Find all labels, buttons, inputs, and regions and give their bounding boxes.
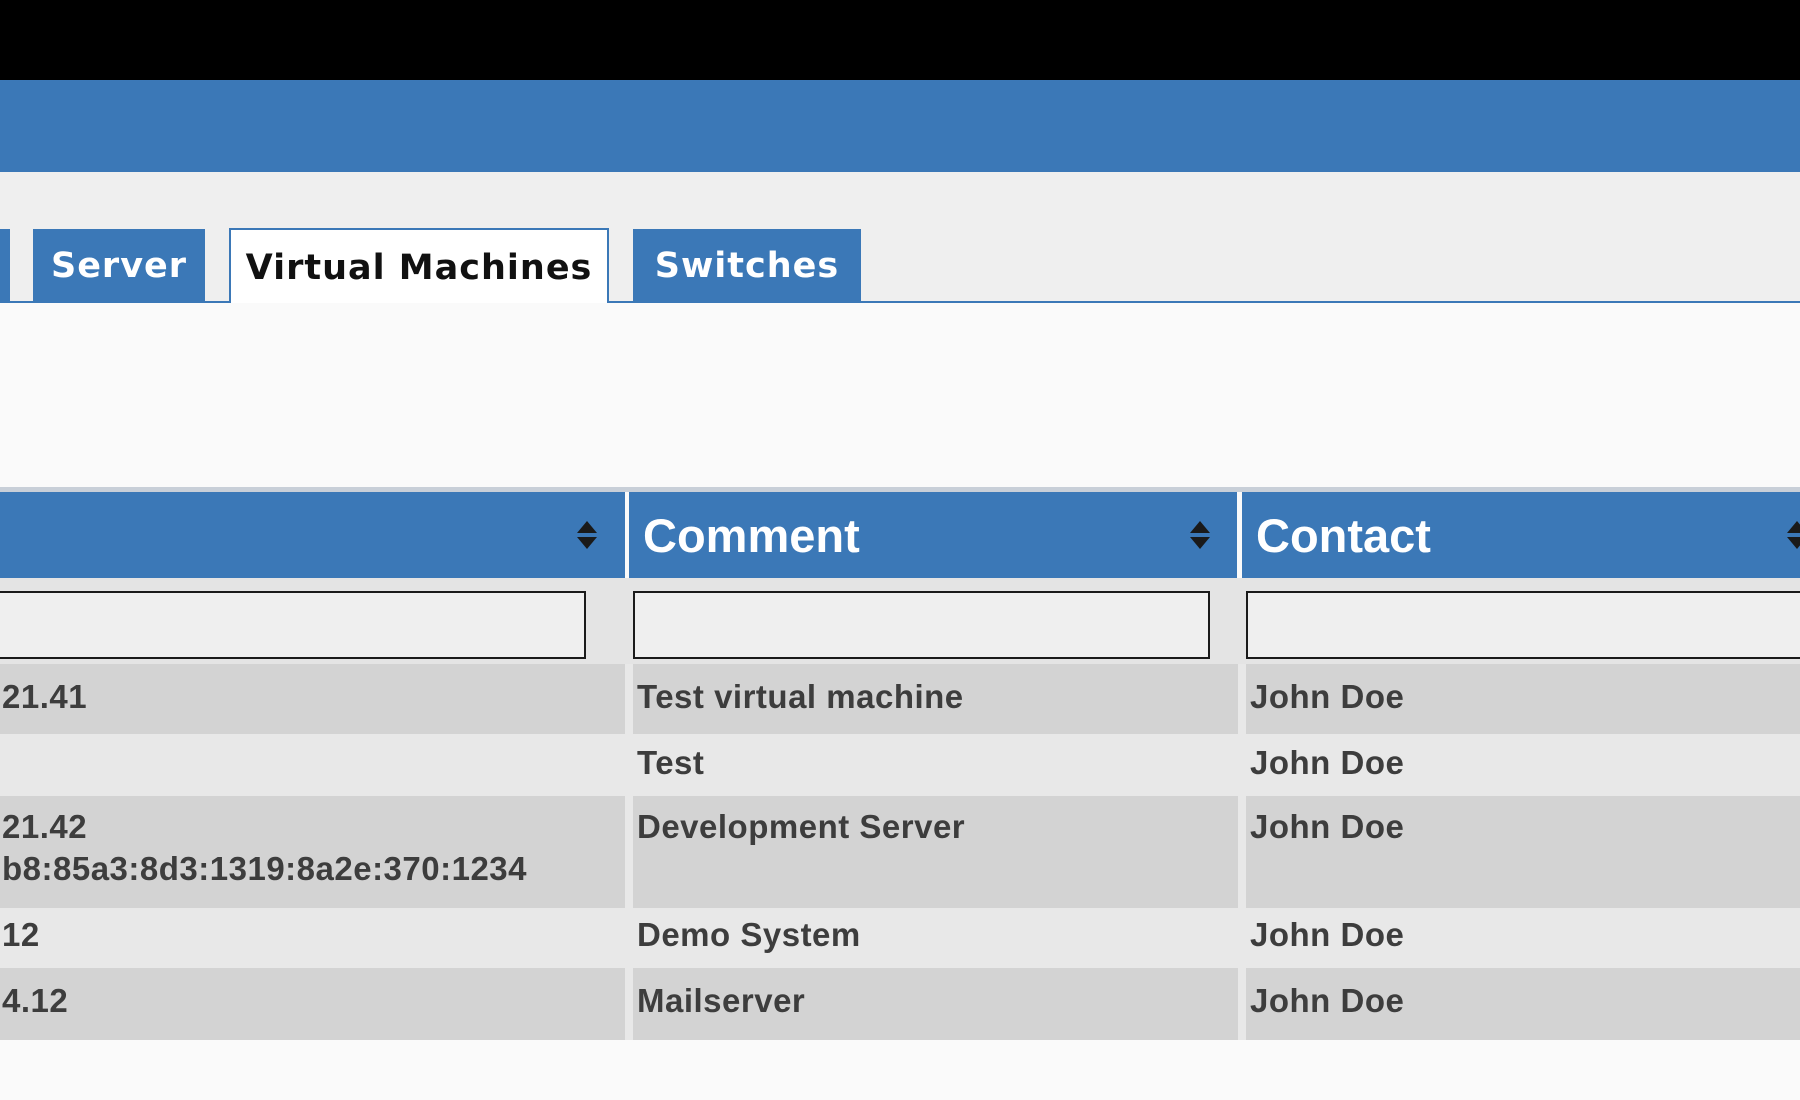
top-black-bar <box>0 0 1800 80</box>
column-divider <box>1238 664 1246 1040</box>
tab-server-label: Server <box>50 246 188 286</box>
column-header-contact-label: Contact <box>1256 508 1431 562</box>
table-row: 21.41 Test virtual machine John Doe <box>0 664 1800 734</box>
table-row: 4.12 Mailserver John Doe <box>0 968 1800 1040</box>
cell-comment: Demo System <box>637 916 861 953</box>
cell-address: 12 <box>2 908 622 956</box>
cell-address-line1: 21.42 <box>2 808 88 845</box>
cell-contact: John Doe <box>1250 678 1405 715</box>
cell-address-line1: 4.12 <box>2 982 69 1019</box>
cell-address <box>2 734 622 742</box>
cell-contact: John Doe <box>1250 982 1405 1019</box>
cell-comment: Mailserver <box>637 982 806 1019</box>
cell-address-line2: b8:85a3:8d3:1319:8a2e:370:1234 <box>2 850 528 887</box>
cell-comment: Test virtual machine <box>637 678 964 715</box>
tab-server[interactable]: Server <box>33 229 205 303</box>
tab-partial-left[interactable] <box>0 229 10 303</box>
cell-address: 4.12 <box>2 968 622 1022</box>
cell-address-line1: 12 <box>2 916 40 953</box>
tab-switches-label: Switches <box>654 246 840 286</box>
sort-icon[interactable] <box>1189 519 1211 551</box>
cell-contact: John Doe <box>1250 744 1405 781</box>
column-divider <box>625 664 633 1040</box>
cell-contact: John Doe <box>1250 808 1405 845</box>
tab-virtual-machines-label: Virtual Machines <box>245 247 593 288</box>
column-header-contact[interactable]: Contact <box>1242 492 1800 578</box>
tab-switches[interactable]: Switches <box>633 229 861 303</box>
filter-input-address[interactable] <box>0 591 586 659</box>
cell-contact: John Doe <box>1250 916 1405 953</box>
app-header-bar <box>0 80 1800 172</box>
cell-address: 21.42 b8:85a3:8d3:1319:8a2e:370:1234 <box>2 796 624 890</box>
cell-comment: Development Server <box>637 808 966 845</box>
cell-address: 21.41 <box>2 664 622 718</box>
table-row: 12 Demo System John Doe <box>0 908 1800 968</box>
column-header-address[interactable] <box>0 492 625 578</box>
sort-icon[interactable] <box>576 519 598 551</box>
sort-icon[interactable] <box>1786 519 1800 551</box>
filter-input-comment[interactable] <box>633 591 1210 659</box>
column-header-comment[interactable]: Comment <box>629 492 1237 578</box>
filter-input-contact[interactable] <box>1246 591 1800 659</box>
table-row: 21.42 b8:85a3:8d3:1319:8a2e:370:1234 Dev… <box>0 796 1800 908</box>
cell-address-line1: 21.41 <box>2 678 88 715</box>
table-row: Test John Doe <box>0 734 1800 796</box>
cell-comment: Test <box>637 744 705 781</box>
column-header-comment-label: Comment <box>643 508 860 562</box>
tab-virtual-machines[interactable]: Virtual Machines <box>229 228 609 305</box>
